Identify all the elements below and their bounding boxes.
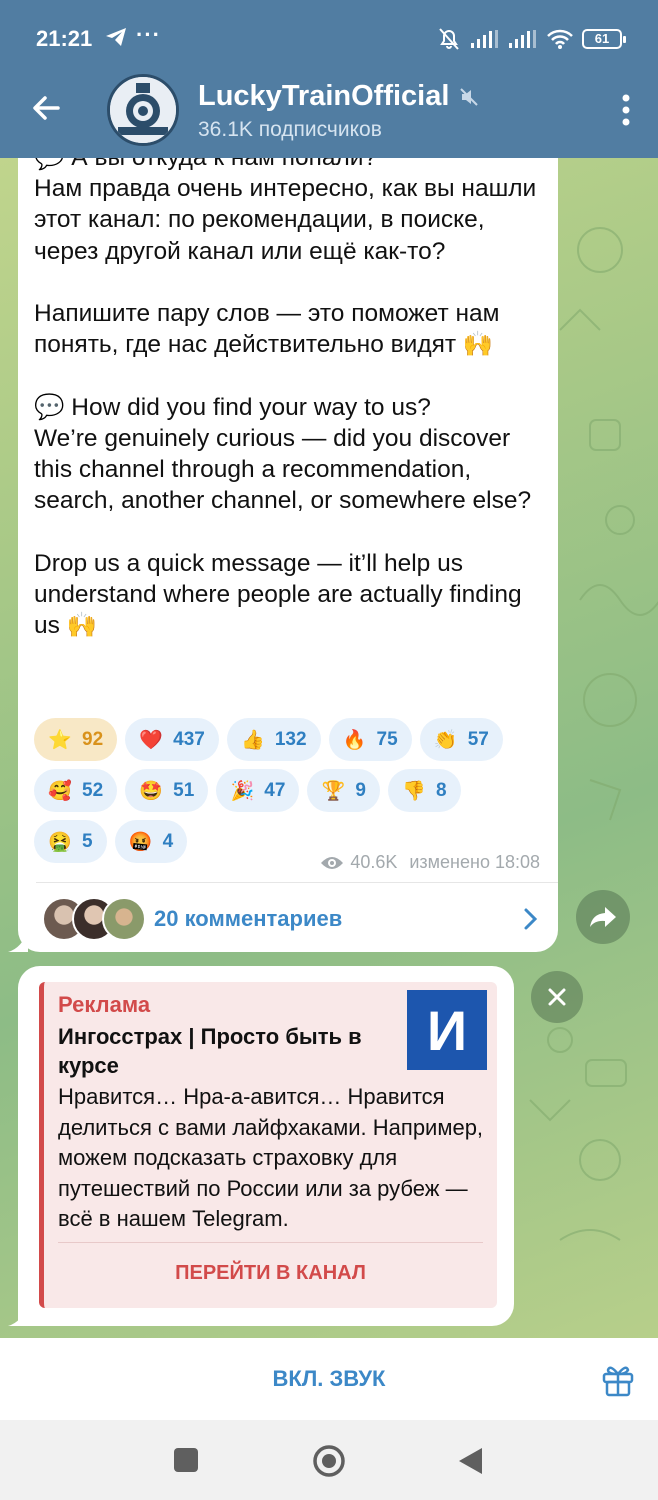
heart-icon: ❤️ [139, 729, 163, 751]
nav-back-button[interactable] [456, 1446, 484, 1476]
status-icons: 61 [436, 26, 626, 52]
subscriber-count: 36.1K подписчиков [198, 118, 382, 141]
reaction-count: 9 [355, 779, 366, 801]
channel-avatar[interactable] [107, 74, 179, 146]
unmute-button[interactable]: ВКЛ. ЗВУК [0, 1366, 658, 1392]
telegram-icon [104, 26, 128, 53]
clap-icon: 👏 [433, 729, 458, 751]
reaction-fire[interactable]: 🔥 75 [328, 718, 412, 761]
chevron-right-icon [524, 908, 538, 930]
signal-icon [471, 30, 498, 48]
sponsored-message[interactable]: Реклама Ингосстрах | Просто быть в курсе… [18, 966, 514, 1326]
reaction-thumbs-down[interactable]: 👎 8 [388, 769, 461, 812]
reaction-trophy[interactable]: 🏆 9 [307, 769, 380, 812]
muted-speaker-icon [460, 87, 479, 106]
reactions-row: ⭐ 92 ❤️ 437 👍 132 🔥 75 👏 57 [34, 718, 554, 761]
reactions: ⭐ 92 ❤️ 437 👍 132 🔥 75 👏 57 🥰 52 🤩 51 🎉 … [34, 718, 554, 871]
ad-title: Ингосстрах | Просто быть в курсе [58, 1024, 362, 1078]
battery-icon: 61 [582, 29, 626, 49]
divider [58, 1242, 483, 1243]
home-button[interactable] [312, 1444, 346, 1478]
eye-icon [321, 856, 344, 869]
party-popper-icon: 🎉 [230, 780, 255, 802]
reaction-cursing[interactable]: 🤬 4 [114, 820, 188, 863]
status-time: 21:21 [36, 26, 93, 51]
love-face-icon: 🥰 [48, 780, 72, 802]
bottom-action-bar: ВКЛ. ЗВУК [0, 1338, 658, 1420]
trophy-icon: 🏆 [321, 780, 346, 802]
star-struck-icon: 🤩 [139, 780, 163, 802]
reaction-count: 132 [274, 728, 307, 750]
menu-dots-icon[interactable] [622, 94, 630, 126]
comments-link[interactable]: 20 комментариев [42, 896, 542, 942]
mute-bell-icon [439, 28, 459, 50]
reaction-thumbs-up[interactable]: 👍 132 [226, 718, 321, 761]
reaction-party[interactable]: 🎉 47 [216, 769, 300, 812]
share-button[interactable] [576, 890, 630, 944]
channel-post[interactable]: 💬 А вы откуда к нам попали? Нам правда о… [18, 158, 558, 952]
reaction-count: 51 [173, 779, 195, 801]
avatar [102, 897, 146, 941]
gift-icon[interactable] [600, 1362, 636, 1398]
ad-card[interactable]: Реклама Ингосстрах | Просто быть в курсе… [39, 982, 497, 1308]
reaction-count: 75 [376, 728, 398, 750]
reaction-love-face[interactable]: 🥰 52 [34, 769, 118, 812]
reaction-count: 5 [82, 830, 93, 852]
view-count: 40.6K [350, 852, 398, 872]
close-icon [548, 988, 566, 1006]
reaction-heart[interactable]: ❤️ 437 [125, 718, 219, 761]
reaction-count: 8 [436, 779, 447, 801]
channel-title[interactable]: LuckyTrainOfficial [198, 80, 479, 113]
reaction-count: 52 [82, 779, 104, 801]
ad-label: Реклама [58, 992, 151, 1017]
reaction-count: 4 [162, 830, 174, 852]
reaction-star-struck[interactable]: 🤩 51 [125, 769, 209, 812]
post-meta: 40.6K изменено 18:08 [320, 852, 540, 873]
vomit-face-icon: 🤮 [48, 831, 72, 853]
reaction-count: 437 [173, 728, 205, 750]
comments-count: 20 комментариев [154, 906, 343, 931]
fire-icon: 🔥 [342, 729, 367, 751]
reaction-star[interactable]: ⭐ 92 [34, 718, 118, 761]
close-ad-button[interactable] [531, 971, 583, 1023]
commenter-avatars [42, 897, 152, 941]
wifi-icon [547, 29, 573, 49]
channel-header: LuckyTrainOfficial 36.1K подписчиков [0, 58, 658, 158]
system-navigation-bar [0, 1420, 658, 1500]
recents-button[interactable] [174, 1448, 198, 1472]
divider [36, 882, 558, 883]
thumbs-down-icon: 👎 [402, 780, 426, 802]
post-text: 💬 А вы откуда к нам попали? Нам правда о… [34, 158, 537, 640]
train-logo-icon [110, 77, 176, 143]
reaction-vomit[interactable]: 🤮 5 [34, 820, 107, 863]
reaction-count: 57 [467, 728, 489, 750]
back-arrow-icon[interactable] [28, 90, 64, 126]
notification-more: ··· [136, 22, 161, 47]
signal-icon [509, 30, 536, 48]
star-icon: ⭐ [48, 729, 72, 751]
reactions-row: 🥰 52 🤩 51 🎉 47 🏆 9 👎 8 [34, 769, 554, 812]
reaction-count: 92 [82, 728, 104, 750]
go-to-channel-button[interactable]: ПЕРЕЙТИ В КАНАЛ [44, 1262, 497, 1285]
thumbs-up-icon: 👍 [241, 729, 265, 751]
battery-level: 61 [594, 31, 610, 46]
edited-time: изменено 18:08 [409, 852, 540, 872]
reaction-count: 47 [264, 779, 286, 801]
ad-body: Нравится… Нра-а-авится… Нравится делитьс… [58, 1084, 484, 1231]
ad-logo: И [407, 990, 487, 1070]
reaction-clap[interactable]: 👏 57 [419, 718, 503, 761]
channel-name: LuckyTrainOfficial [198, 80, 450, 112]
share-icon [590, 907, 616, 927]
cursing-face-icon: 🤬 [128, 831, 153, 853]
